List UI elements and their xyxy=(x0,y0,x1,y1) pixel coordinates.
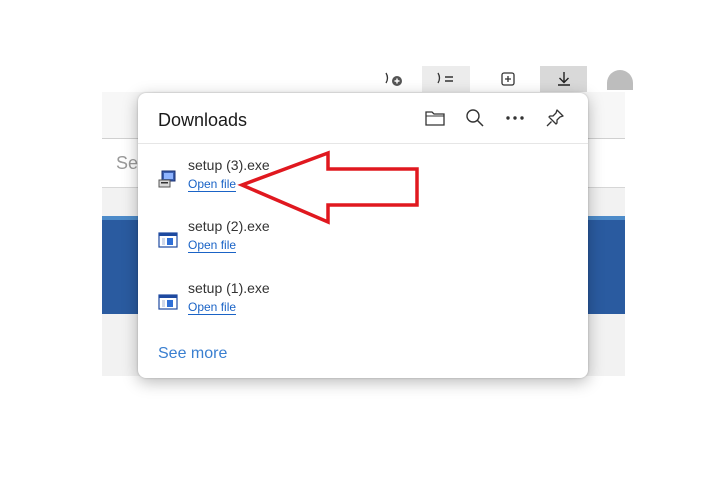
search-icon[interactable] xyxy=(463,106,487,130)
downloads-icon[interactable] xyxy=(540,66,587,92)
pin-icon[interactable] xyxy=(543,106,567,130)
favorites-list-icon[interactable] xyxy=(422,66,470,92)
installer-exe-icon xyxy=(158,169,178,189)
folder-icon[interactable] xyxy=(423,106,447,130)
downloads-header: Downloads xyxy=(138,93,588,144)
profile-icon[interactable] xyxy=(607,70,633,90)
more-options-icon[interactable] xyxy=(503,106,527,130)
browser-toolbar xyxy=(370,66,625,92)
open-file-link[interactable]: Open file xyxy=(188,238,237,253)
see-more-link[interactable]: See more xyxy=(158,345,227,363)
download-item[interactable]: setup (1).exe Open file xyxy=(138,280,588,324)
downloads-title: Downloads xyxy=(158,110,248,130)
open-file-link[interactable]: Open file xyxy=(188,300,237,315)
download-file-name: setup (3).exe xyxy=(188,157,270,173)
add-collection-icon[interactable] xyxy=(492,66,524,92)
download-item[interactable]: setup (2).exe Open file xyxy=(138,218,588,262)
collections-add-icon[interactable] xyxy=(380,66,408,92)
background-search-text: Se xyxy=(116,153,139,173)
download-file-name: setup (1).exe xyxy=(188,280,270,296)
download-item[interactable]: setup (3).exe Open file xyxy=(138,157,588,201)
application-exe-icon xyxy=(158,292,178,312)
application-exe-icon xyxy=(158,230,178,250)
downloads-panel: Downloads setup (3).exe Open file setup … xyxy=(138,93,588,378)
open-file-link[interactable]: Open file xyxy=(188,177,237,192)
download-file-name: setup (2).exe xyxy=(188,218,270,234)
